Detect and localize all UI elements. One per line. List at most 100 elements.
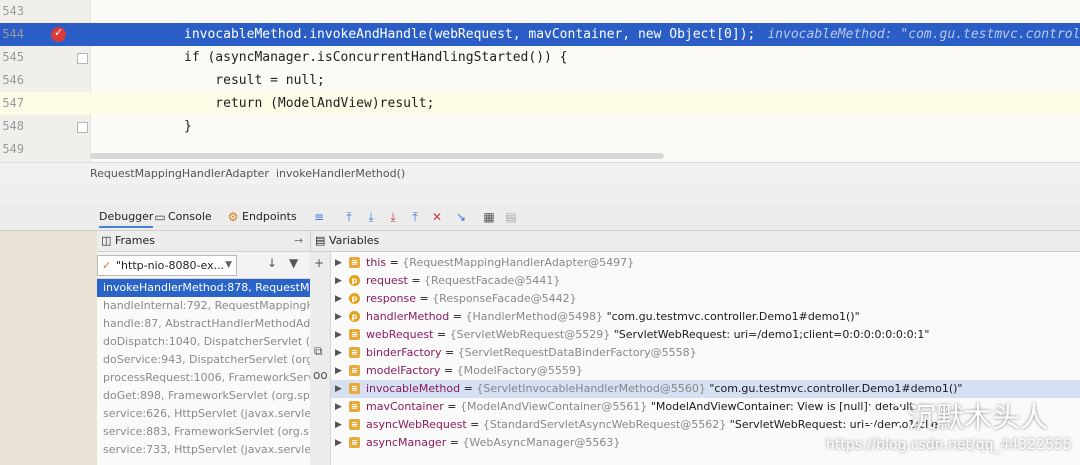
frame-item[interactable]: service:883, FrameworkServlet (org.sprin (97, 423, 310, 441)
expand-arrow-icon[interactable]: ▶ (335, 308, 342, 326)
variable-row[interactable]: ▶ ≡ this = {RequestMappingHandlerAdapter… (331, 254, 1080, 272)
filter-icon[interactable]: ▼ (289, 256, 298, 270)
field-icon: ≡ (349, 419, 360, 430)
expand-arrow-icon[interactable]: ▶ (335, 290, 342, 308)
frame-item[interactable]: doGet:898, FrameworkServlet (org.spring (97, 387, 310, 405)
code-text: invocableMethod.invokeAndHandle(webReque… (184, 27, 1080, 42)
chevron-right-icon: › (264, 166, 269, 179)
thread-dropdown[interactable]: ✓ "http-nio-8080-ex... ▼ (97, 255, 237, 276)
frame-item[interactable]: service:626, HttpServlet (javax.servlet.… (97, 405, 310, 423)
field-icon: ≡ (349, 257, 360, 268)
watermark-url: https://blog.csdn.net/qq_44322555 (826, 437, 1072, 453)
frame-item[interactable]: doService:943, DispatcherServlet (org.sp… (97, 351, 310, 369)
expand-arrow-icon[interactable]: ▶ (335, 380, 342, 398)
code-text: } (184, 119, 192, 134)
tab-endpoints[interactable]: Endpoints (242, 210, 297, 223)
variable-row[interactable]: ▶ ≡ webRequest = {ServletWebRequest@5529… (331, 326, 1080, 344)
code-line: 547 return (ModelAndView)result; (0, 92, 1080, 115)
expand-arrow-icon[interactable]: ▶ (335, 398, 342, 416)
code-line: 543 (0, 0, 1080, 23)
variables-label: Variables (329, 234, 380, 247)
thread-selector-row: ✓ "http-nio-8080-ex... ▼ ↓ ▼ (97, 252, 310, 279)
code-text: result = null; (184, 73, 325, 88)
frame-item[interactable]: processRequest:1006, FrameworkServlet (97, 369, 310, 387)
field-icon: ≡ (349, 383, 360, 394)
trace-icon[interactable]: ▤ (504, 210, 518, 224)
expand-arrow-icon[interactable]: ▶ (335, 254, 342, 272)
tab-console[interactable]: Console (168, 210, 212, 223)
line-number: 544 (2, 27, 24, 41)
inline-debug-value: invocableMethod: "com.gu.testmvc.control (767, 27, 1080, 42)
debugger-toolbar: Debugger ▭ Console ⚙ Endpoints ≡ ⤒ ⤓ ⤓ ⤒… (0, 205, 1080, 231)
frame-item[interactable]: invokeHandlerMethod:878, RequestMappi (97, 279, 310, 297)
frame-item[interactable]: handle:87, AbstractHandlerMethodAdapt (97, 315, 310, 333)
code-text: if (asyncManager.isConcurrentHandlingSta… (184, 50, 568, 65)
frames-icon: ◫ (101, 234, 112, 247)
breakpoint-icon[interactable] (51, 26, 66, 42)
variable-row[interactable]: ▶ ≡ modelFactory = {ModelFactory@5559} (331, 362, 1080, 380)
menu-icon[interactable]: ≡ (312, 210, 326, 224)
breadcrumb-item-class[interactable]: RequestMappingHandlerAdapter (90, 167, 269, 180)
evaluate-expression-icon[interactable]: ▦ (482, 210, 496, 224)
code-line-current-breakpoint[interactable]: 544 invocableMethod.invokeAndHandle(webR… (0, 23, 1080, 46)
field-icon: ≡ (349, 329, 360, 340)
line-number: 546 (2, 73, 24, 87)
variable-row[interactable]: ▶ ≡ binderFactory = {ServletRequestDataB… (331, 344, 1080, 362)
field-icon: ≡ (349, 437, 360, 448)
breadcrumb-item-method[interactable]: invokeHandlerMethod() (276, 167, 405, 180)
variable-row[interactable]: ▶ p response = {ResponseFacade@5442} (331, 290, 1080, 308)
frame-item[interactable]: service:733, HttpServlet (javax.servlet.… (97, 441, 310, 459)
expand-arrow-icon[interactable]: ▶ (335, 326, 342, 344)
variable-row[interactable]: ▶ p request = {RequestFacade@5441} (331, 272, 1080, 290)
run-to-cursor-icon[interactable]: ↘ (454, 210, 468, 224)
line-number: 543 (2, 4, 24, 18)
expand-arrow-icon[interactable]: ▶ (335, 416, 342, 434)
copy-icon[interactable]: ⧉ (314, 344, 323, 359)
horizontal-scrollbar[interactable] (90, 153, 664, 159)
step-over-icon[interactable]: ⤓ (364, 210, 378, 224)
check-icon: ✓ (102, 259, 112, 272)
frame-item[interactable]: handleInternal:792, RequestMappingHan (97, 297, 310, 315)
variable-row[interactable]: ▶ p handlerMethod = {HandlerMethod@5498}… (331, 308, 1080, 326)
field-icon: ≡ (349, 365, 360, 376)
parameter-icon: p (349, 275, 360, 286)
show-execution-point-icon[interactable]: ⤒ (342, 210, 356, 224)
variables-tool-strip: + ⧉ oo (310, 252, 331, 465)
frames-header: ◫ Frames → (97, 231, 310, 252)
panel-splitter[interactable] (0, 185, 1080, 206)
expand-arrow-icon[interactable]: ▶ (335, 434, 342, 452)
chevron-down-icon: ▼ (225, 260, 232, 270)
step-out-icon[interactable]: ⤒ (408, 210, 422, 224)
frames-label: Frames (115, 234, 156, 247)
frame-item[interactable]: doDispatch:1040, DispatcherServlet (org. (97, 333, 310, 351)
expand-icon[interactable]: → (294, 234, 303, 247)
code-line: 548 } (0, 115, 1080, 138)
line-number: 545 (2, 50, 24, 64)
fold-icon[interactable] (77, 122, 88, 133)
console-icon: ▭ (154, 210, 166, 224)
code-text: return (ModelAndView)result; (184, 96, 435, 111)
add-watch-icon[interactable]: + (314, 256, 324, 270)
expand-arrow-icon[interactable]: ▶ (335, 344, 342, 362)
step-into-icon[interactable]: ⤓ (386, 210, 400, 224)
breadcrumb: RequestMappingHandlerAdapter › invokeHan… (0, 162, 1080, 185)
line-number: 547 (2, 96, 24, 110)
line-number: 548 (2, 119, 24, 133)
code-line: 545 if (asyncManager.isConcurrentHandlin… (0, 46, 1080, 69)
fold-icon[interactable] (77, 53, 88, 64)
field-icon: ≡ (349, 401, 360, 412)
expand-arrow-icon[interactable]: ▶ (335, 362, 342, 380)
variables-header: ▤ Variables (310, 231, 1080, 252)
glasses-icon[interactable]: oo (313, 368, 328, 382)
watermark-author: 沉默木头人 (908, 401, 1049, 434)
thread-name: "http-nio-8080-ex... (116, 259, 225, 272)
arrow-down-icon[interactable]: ↓ (267, 256, 277, 270)
code-line: 546 result = null; (0, 69, 1080, 92)
code-editor[interactable]: 543 544 invocableMethod.invokeAndHandle(… (0, 0, 1080, 162)
drop-frame-icon[interactable]: ✕ (430, 210, 444, 224)
left-side-strip (0, 231, 97, 465)
tab-debugger[interactable]: Debugger (99, 210, 154, 228)
variables-icon: ▤ (315, 234, 326, 247)
endpoints-icon: ⚙ (227, 210, 239, 224)
expand-arrow-icon[interactable]: ▶ (335, 272, 342, 290)
